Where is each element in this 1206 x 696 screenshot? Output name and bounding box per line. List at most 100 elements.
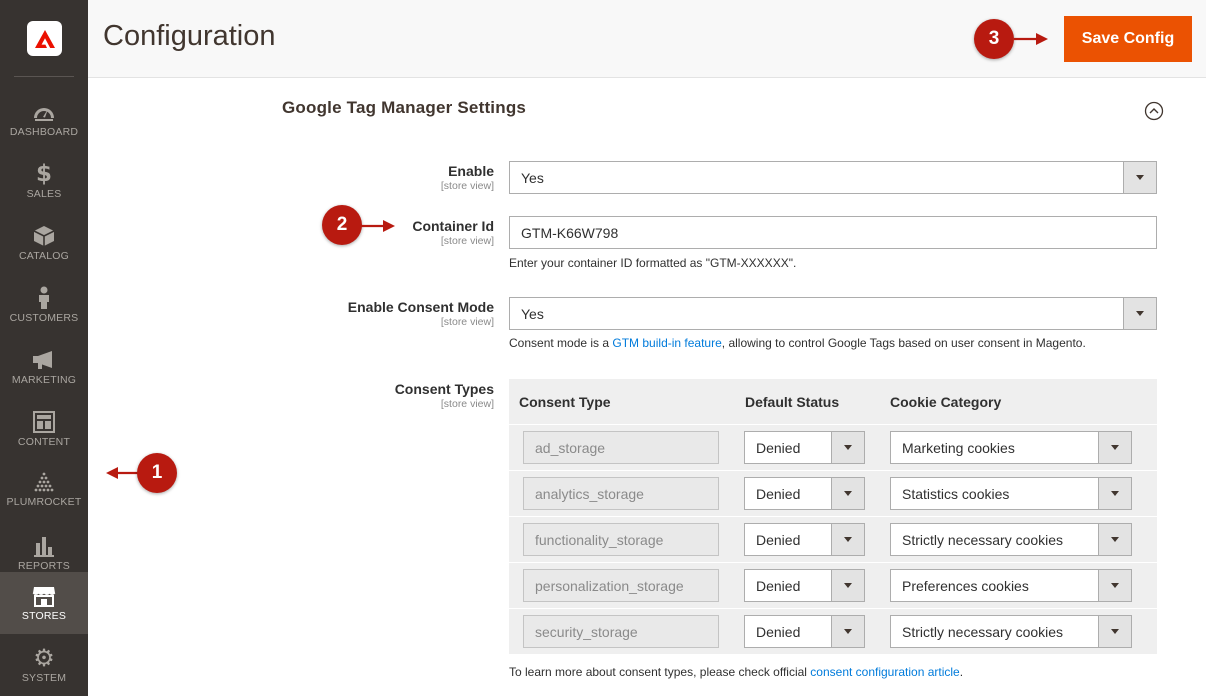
store-icon: [32, 584, 56, 608]
cookie-category-value: Strictly necessary cookies: [902, 531, 1064, 548]
consent-mode-label-group: Enable Consent Mode [store view]: [348, 299, 494, 328]
callout-badge-2: 2: [322, 205, 362, 245]
consent-mode-note-suffix: , allowing to control Google Tags based …: [721, 336, 1086, 350]
callout-badge-1: 1: [137, 453, 177, 493]
section-title: Google Tag Manager Settings: [282, 98, 527, 117]
consent-mode-label: Enable Consent Mode: [347, 299, 494, 315]
chevron-down-icon: [831, 478, 864, 509]
chevron-down-icon: [1098, 616, 1131, 647]
cookie-category-select[interactable]: Preferences cookies: [890, 569, 1132, 602]
consent-type-input: analytics_storage: [523, 477, 719, 510]
page-title: Configuration: [103, 20, 276, 52]
column-header-default-status: Default Status: [745, 394, 840, 410]
cookie-category-select[interactable]: Statistics cookies: [890, 477, 1132, 510]
sidebar-item-catalog[interactable]: CATALOG: [0, 212, 88, 274]
default-status-value: Denied: [756, 439, 801, 456]
container-id-note: Enter your container ID formatted as "GT…: [509, 256, 797, 270]
sidebar-item-system[interactable]: ⚙ SYSTEM: [0, 634, 88, 696]
sidebar-item-marketing[interactable]: MARKETING: [0, 336, 88, 398]
callout-arrow-1: [106, 467, 140, 479]
consent-mode-select[interactable]: Yes: [509, 297, 1157, 330]
cookie-category-value: Statistics cookies: [902, 485, 1010, 502]
consent-types-label: Consent Types: [394, 381, 494, 397]
callout-arrow-2: [361, 220, 395, 232]
consent-types-scope: [store view]: [440, 398, 494, 410]
consent-mode-scope: [store view]: [440, 316, 494, 328]
gear-icon: ⚙: [33, 644, 55, 672]
cookie-category-select[interactable]: Marketing cookies: [890, 431, 1132, 464]
default-status-select[interactable]: Denied: [744, 523, 865, 556]
cookie-category-select[interactable]: Strictly necessary cookies: [890, 615, 1132, 648]
container-id-label-group: Container Id [store view]: [412, 218, 494, 247]
speedometer-icon: [32, 100, 56, 124]
sidebar-item-content[interactable]: CONTENT: [0, 398, 88, 460]
sidebar-item-customers[interactable]: CUSTOMERS: [0, 274, 88, 336]
enable-label-group: Enable [store view]: [441, 163, 494, 192]
sidebar-item-sales[interactable]: $ SALES: [0, 150, 88, 212]
footer-note-suffix: .: [959, 665, 964, 679]
consent-types-label-group: Consent Types [store view]: [395, 381, 494, 410]
sidebar-item-label: CONTENT: [17, 436, 71, 448]
row-divider: [509, 516, 1157, 517]
column-header-consent-type: Consent Type: [519, 394, 611, 410]
chevron-down-icon: [1123, 162, 1156, 193]
default-status-select[interactable]: Denied: [744, 431, 865, 464]
callout-arrow-3: [1014, 33, 1048, 45]
footer-note-prefix: To learn more about consent types, pleas…: [509, 665, 811, 679]
sidebar-item-label: CUSTOMERS: [9, 312, 79, 324]
row-divider: [509, 562, 1157, 563]
dollar-icon: $: [35, 161, 52, 187]
default-status-value: Denied: [756, 577, 801, 594]
enable-select[interactable]: Yes: [509, 161, 1157, 194]
consent-mode-note: Consent mode is a GTM build-in feature, …: [509, 336, 1086, 350]
default-status-value: Denied: [756, 531, 801, 548]
consent-type-input: security_storage: [523, 615, 719, 648]
sidebar-item-label: SYSTEM: [21, 672, 67, 684]
column-header-cookie-category: Cookie Category: [890, 394, 1002, 410]
row-divider: [509, 608, 1157, 609]
sidebar-item-stores[interactable]: STORES: [0, 572, 88, 634]
chevron-down-icon: [1098, 478, 1131, 509]
consent-configuration-article-link[interactable]: consent configuration article: [810, 665, 959, 679]
default-status-value: Denied: [756, 623, 801, 640]
default-status-select[interactable]: Denied: [744, 615, 865, 648]
sidebar-item-label: CATALOG: [18, 250, 70, 262]
adobe-logo[interactable]: [27, 21, 62, 56]
consent-type-input: personalization_storage: [523, 569, 719, 602]
save-config-button[interactable]: Save Config: [1064, 16, 1192, 62]
person-icon: [36, 286, 52, 310]
box-icon: [33, 224, 55, 248]
sidebar-item-label: PLUMROCKET: [6, 496, 82, 508]
enable-label: Enable: [448, 163, 494, 179]
default-status-select[interactable]: Denied: [744, 477, 865, 510]
container-id-input[interactable]: GTM-K66W798: [509, 216, 1157, 249]
consent-type-input: functionality_storage: [523, 523, 719, 556]
cookie-category-value: Marketing cookies: [902, 439, 1015, 456]
admin-sidebar: DASHBOARD $ SALES CATALOG CUSTOMERS MARK…: [0, 0, 88, 696]
plumrocket-icon: [31, 470, 57, 494]
chevron-down-icon: [831, 570, 864, 601]
callout-badge-3: 3: [974, 19, 1014, 59]
cookie-category-value: Preferences cookies: [902, 577, 1029, 594]
chevron-down-icon: [831, 524, 864, 555]
row-divider: [509, 470, 1157, 471]
row-divider: [509, 424, 1157, 425]
default-status-value: Denied: [756, 485, 801, 502]
cookie-category-select[interactable]: Strictly necessary cookies: [890, 523, 1132, 556]
adobe-logo-icon: [34, 29, 55, 48]
chevron-down-icon: [831, 616, 864, 647]
collapse-chevron-up-icon[interactable]: [1144, 101, 1164, 121]
consent-type-input: ad_storage: [523, 431, 719, 464]
gtm-feature-link[interactable]: GTM build-in feature: [612, 336, 721, 350]
chevron-down-icon: [1123, 298, 1156, 329]
container-id-scope: [store view]: [440, 235, 494, 247]
sidebar-item-label: STORES: [21, 610, 67, 622]
cookie-category-value: Strictly necessary cookies: [902, 623, 1064, 640]
consent-types-table: Consent Type Default Status Cookie Categ…: [509, 379, 1157, 654]
sidebar-item-plumrocket[interactable]: PLUMROCKET: [0, 458, 88, 520]
default-status-select[interactable]: Denied: [744, 569, 865, 602]
chevron-down-icon: [831, 432, 864, 463]
megaphone-icon: [32, 348, 56, 372]
enable-select-value: Yes: [521, 169, 544, 186]
sidebar-item-dashboard[interactable]: DASHBOARD: [0, 88, 88, 150]
